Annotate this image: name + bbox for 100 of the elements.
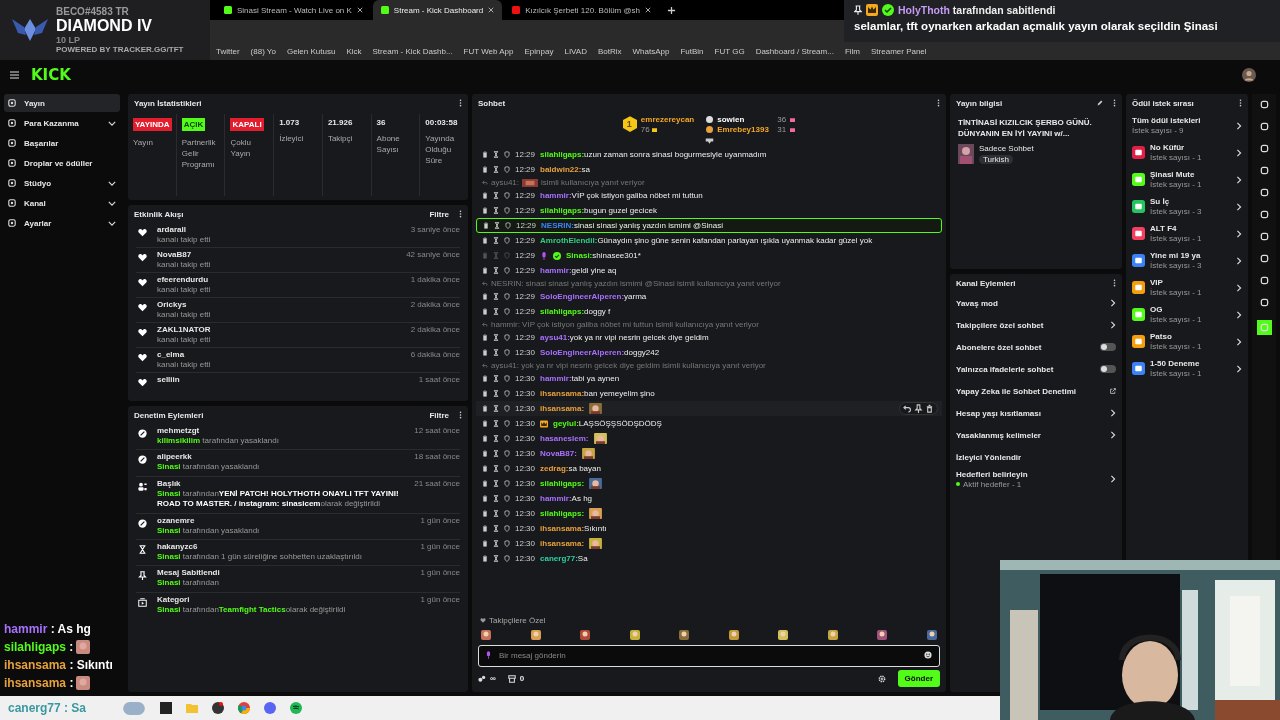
reward-title[interactable]: VIP: [1150, 278, 1231, 287]
more-icon[interactable]: [459, 99, 462, 107]
channel-action[interactable]: Hedefleri belirleyin: [956, 469, 1107, 479]
channel-action[interactable]: Abonelere özel sohbet: [956, 342, 1097, 352]
store-icon[interactable]: [507, 674, 516, 683]
bookmark[interactable]: Gelen Kutusu: [286, 46, 336, 56]
sidebar-item[interactable]: Para Kazanma: [4, 114, 120, 132]
points-icon[interactable]: [478, 674, 486, 683]
reward-title[interactable]: Tüm ödül istekleri: [1132, 116, 1231, 125]
more-icon[interactable]: [1113, 99, 1116, 107]
reward-title[interactable]: Yine mi 19 ya: [1150, 251, 1231, 260]
channel-action[interactable]: İzleyici Yönlendir: [956, 452, 1116, 462]
bookmark[interactable]: FUT GG: [714, 46, 745, 56]
channel-action[interactable]: Hesap yaşı kısıtlaması: [956, 408, 1107, 418]
bookmark[interactable]: Epinpay: [524, 46, 554, 56]
chevron-right-icon[interactable]: [1110, 321, 1116, 329]
chevron-right-icon[interactable]: [1236, 310, 1242, 319]
sidebar-item[interactable]: Stüdyo: [4, 174, 120, 192]
chat-app-icon[interactable]: [264, 702, 276, 714]
reward-title[interactable]: ALT F4: [1150, 224, 1231, 233]
emote-icon[interactable]: [925, 629, 938, 641]
emote-icon[interactable]: [480, 629, 492, 641]
close-icon[interactable]: [356, 7, 363, 13]
pin-icon[interactable]: [914, 404, 923, 413]
bookmark[interactable]: FUT Web App: [463, 46, 514, 56]
more-icon[interactable]: [1113, 279, 1116, 287]
browser-tab[interactable]: Sinasi Stream - Watch Live on K: [216, 0, 371, 20]
send-button[interactable]: Gönder: [897, 670, 940, 687]
external-link-icon[interactable]: [1110, 387, 1116, 395]
toggle-switch[interactable]: [1100, 343, 1116, 351]
sidebar-item[interactable]: Kanal: [4, 194, 120, 212]
emote-icon[interactable]: [876, 629, 889, 641]
browser-tab[interactable]: Kızılcık Şerbeti 120. Bölüm @sh: [504, 0, 660, 20]
bookmark[interactable]: BotRix: [597, 46, 622, 56]
sidebar-item[interactable]: Başarılar: [4, 134, 120, 152]
emoji-icon[interactable]: [924, 651, 932, 659]
scroll-down-icon[interactable]: [704, 138, 714, 145]
sidebar-item[interactable]: Droplar ve ödüller: [4, 154, 120, 172]
microphone-icon[interactable]: [486, 651, 491, 659]
bookmark[interactable]: Film: [844, 46, 860, 56]
more-icon[interactable]: [1239, 99, 1242, 107]
channel-action[interactable]: Yavaş mod: [956, 298, 1107, 308]
reward-title[interactable]: Su İç: [1150, 197, 1231, 206]
emote-icon[interactable]: [579, 629, 592, 641]
avatar-icon[interactable]: [1242, 68, 1256, 82]
emote-icon[interactable]: [529, 629, 542, 641]
channel-action[interactable]: Takipçilere özel sohbet: [956, 320, 1107, 330]
filter-button[interactable]: Filtre: [429, 410, 449, 420]
close-icon[interactable]: [645, 7, 652, 13]
bookmark[interactable]: LIVAD: [564, 46, 587, 56]
chevron-right-icon[interactable]: [1236, 256, 1242, 265]
emote-icon[interactable]: [777, 629, 790, 641]
reward-title[interactable]: Patso: [1150, 332, 1231, 341]
reward-title[interactable]: OG: [1150, 305, 1231, 314]
bookmark[interactable]: FutBin: [680, 46, 704, 56]
settings-icon[interactable]: [877, 674, 886, 683]
undo-icon[interactable]: [903, 404, 912, 413]
chevron-right-icon[interactable]: [1236, 283, 1242, 292]
chevron-right-icon[interactable]: [1236, 202, 1242, 211]
emote-icon[interactable]: [826, 629, 839, 641]
bookmark[interactable]: WhatsApp: [632, 46, 670, 56]
app-icon[interactable]: [212, 702, 224, 714]
more-icon[interactable]: [937, 99, 940, 107]
channel-action[interactable]: Yapay Zeka ile Sohbet Denetimi: [956, 386, 1107, 396]
reward-title[interactable]: No Küfür: [1150, 143, 1231, 152]
chevron-right-icon[interactable]: [1110, 299, 1116, 307]
browser-icon[interactable]: [238, 702, 250, 714]
chevron-right-icon[interactable]: [1236, 175, 1242, 184]
chevron-right-icon[interactable]: [1236, 364, 1242, 373]
chevron-right-icon[interactable]: [1236, 229, 1242, 238]
chevron-right-icon[interactable]: [1110, 409, 1116, 417]
music-app-icon[interactable]: [290, 702, 302, 714]
sidebar-item[interactable]: Yayın: [4, 94, 120, 112]
emote-icon[interactable]: [628, 629, 641, 641]
bookmark[interactable]: Stream - Kick Dashb...: [372, 46, 453, 56]
reward-title[interactable]: 1-50 Deneme: [1150, 359, 1231, 368]
chevron-right-icon[interactable]: [1110, 475, 1116, 483]
bookmark[interactable]: (88) Yo: [250, 46, 276, 56]
reward-title[interactable]: Şinasi Mute: [1150, 170, 1231, 179]
more-icon[interactable]: [459, 210, 462, 218]
bookmark[interactable]: Dashboard / Stream...: [755, 46, 834, 56]
bookmark[interactable]: Kick: [346, 46, 362, 56]
chevron-right-icon[interactable]: [1110, 431, 1116, 439]
bookmark[interactable]: Streamer Panel: [871, 46, 927, 56]
browser-tab[interactable]: Stream - Kick Dashboard: [372, 0, 503, 20]
chevron-right-icon[interactable]: [1236, 121, 1242, 130]
kick-logo[interactable]: KICK: [31, 66, 71, 84]
filter-button[interactable]: Filtre: [429, 209, 449, 219]
channel-action[interactable]: Yasaklanmış kelimeler: [956, 430, 1107, 440]
new-tab-icon[interactable]: [667, 5, 677, 15]
bookmark[interactable]: Twitter: [216, 46, 240, 56]
edit-icon[interactable]: [1097, 100, 1103, 106]
emote-icon[interactable]: [727, 629, 740, 641]
channel-action[interactable]: Yalnızca ifadelerle sohbet: [956, 364, 1097, 374]
category-name[interactable]: Sadece Sohbet: [979, 143, 1034, 153]
menu-icon[interactable]: [10, 71, 19, 79]
close-icon[interactable]: [488, 7, 495, 13]
sidebar-item[interactable]: Ayarlar: [4, 214, 120, 232]
toggle-switch[interactable]: [1100, 365, 1116, 373]
chevron-right-icon[interactable]: [1236, 148, 1242, 157]
